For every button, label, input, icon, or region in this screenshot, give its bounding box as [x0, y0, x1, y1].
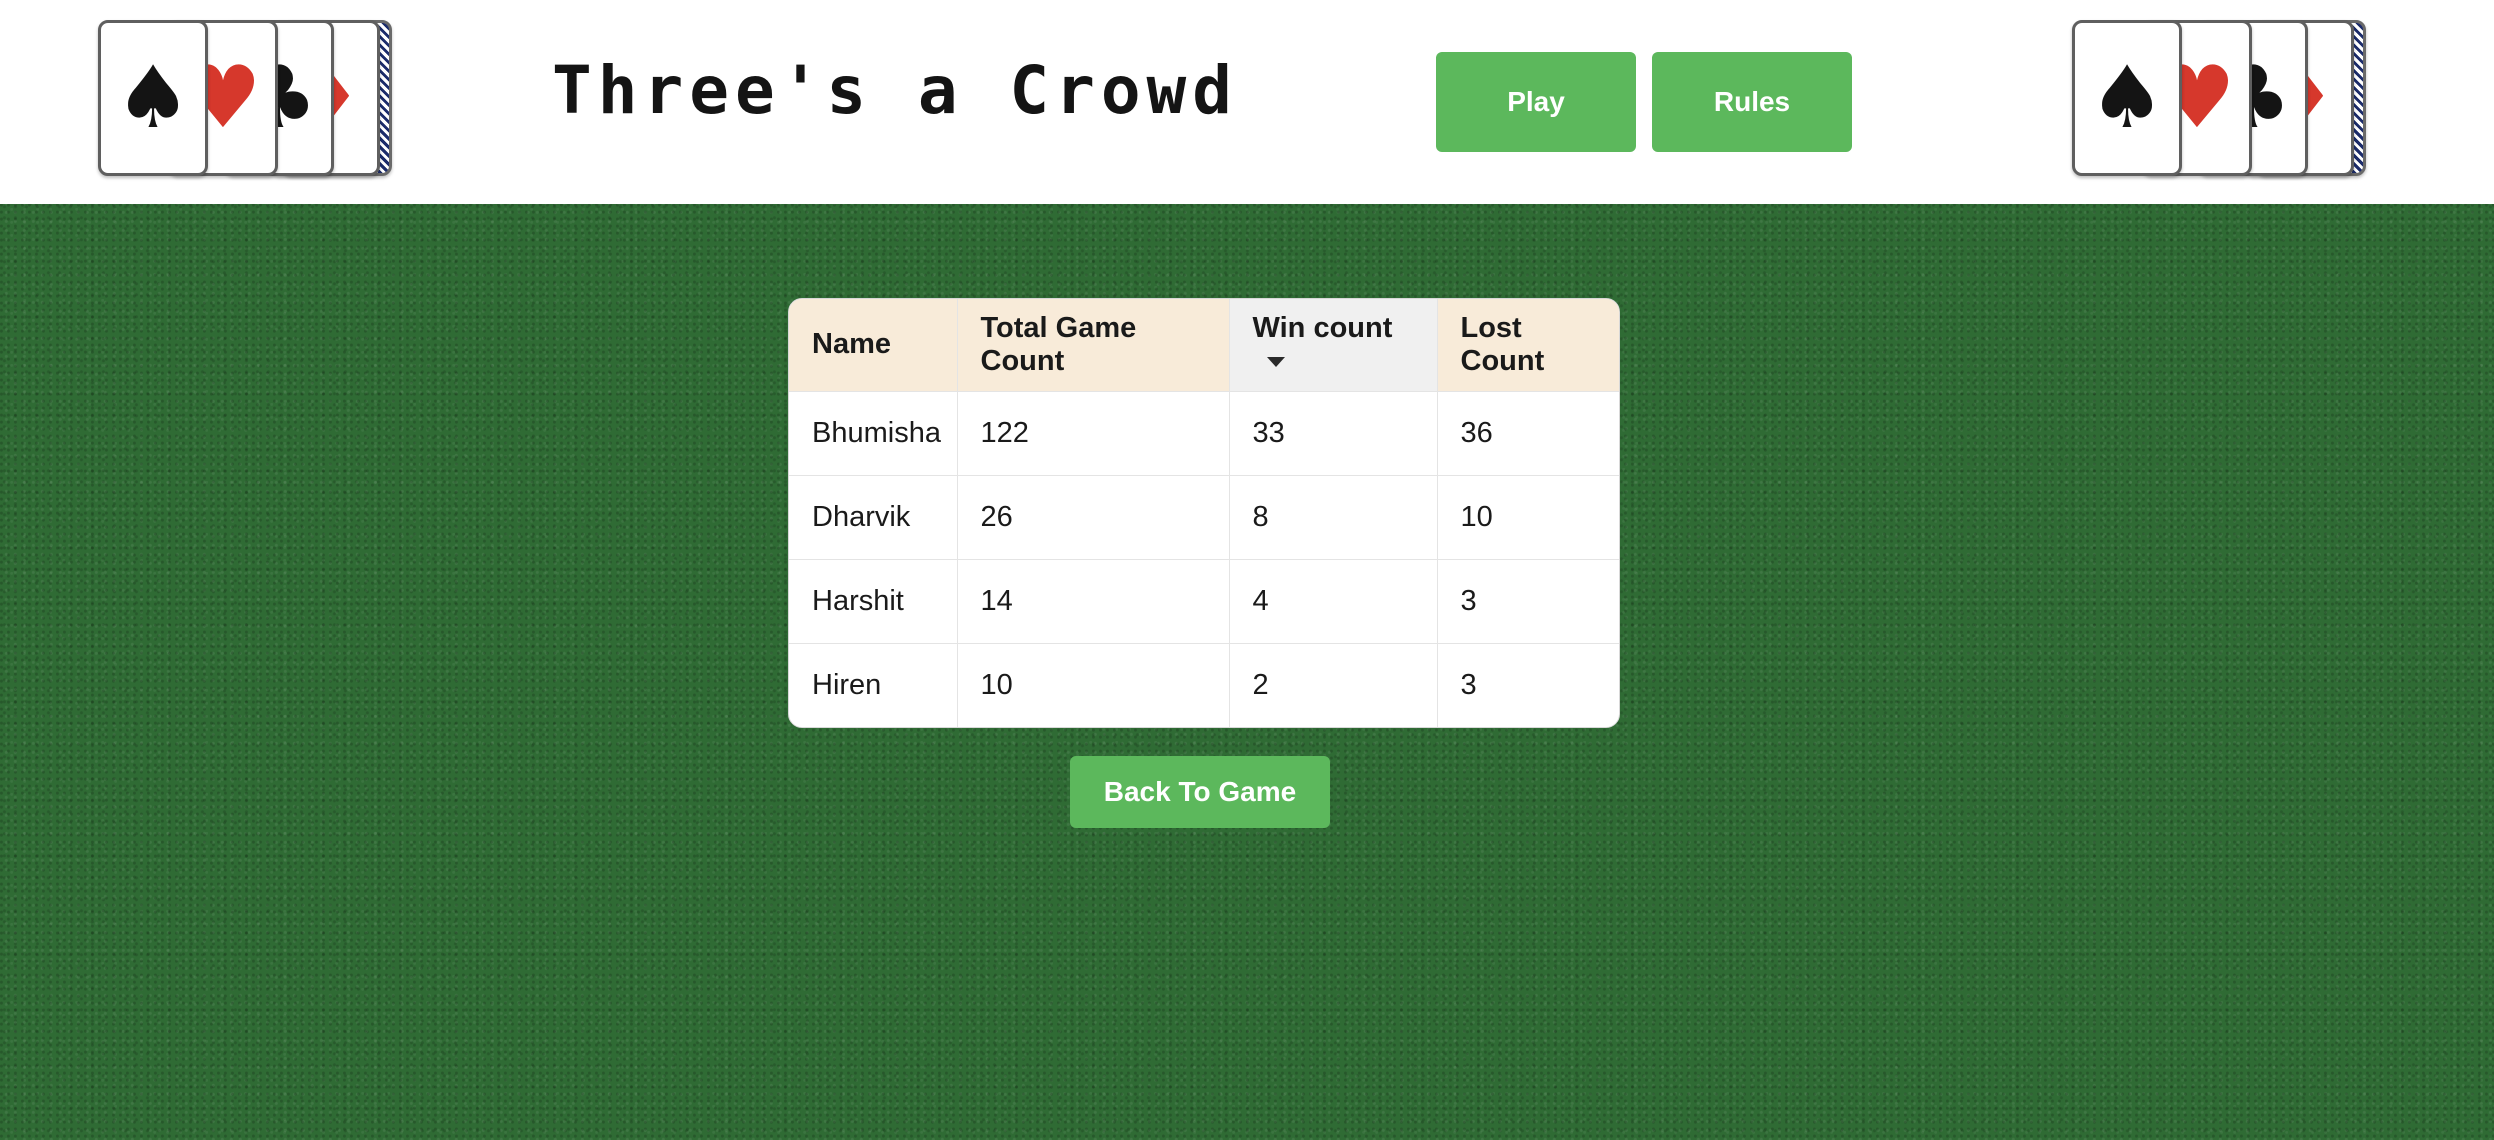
cell-win-count: 4	[1229, 559, 1438, 644]
page-title: Three's a Crowd	[552, 52, 1239, 129]
cell-win-count: 8	[1229, 475, 1438, 560]
card-spade: ♠	[98, 20, 208, 176]
cell-total-game-count: 26	[957, 475, 1230, 560]
cell-name: Harshit	[789, 559, 958, 644]
table-row: Harshit 14 4 3	[789, 559, 1619, 644]
leaderboard-table: Name Total Game Count Win count Lost Cou…	[788, 298, 1620, 728]
spade-icon: ♠	[2088, 48, 2166, 148]
cell-lost-count: 3	[1460, 668, 1477, 701]
spade-icon: ♠	[114, 48, 192, 148]
play-button[interactable]: Play	[1436, 52, 1636, 152]
table-row: Hiren 10 2 3	[789, 643, 1619, 727]
cell-win-count: 2	[1229, 643, 1438, 727]
cell-total-game-count: 122	[957, 391, 1230, 476]
cell-total-game-count: 10	[957, 643, 1230, 727]
column-header-label: Win count	[1252, 311, 1393, 344]
card-stack-right: ♦ ♣ ♥ ♠	[2072, 20, 2372, 182]
cell-lost-count: 36	[1437, 391, 1619, 476]
cell-name: Dharvik	[789, 475, 958, 560]
cell-name: Hiren	[789, 643, 958, 727]
table-header-row: Name Total Game Count Win count Lost Cou…	[789, 299, 1619, 392]
rules-button[interactable]: Rules	[1652, 52, 1852, 152]
card-stack-left: ♦ ♣ ♥ ♠	[98, 20, 398, 182]
column-header-win-count[interactable]: Win count	[1229, 299, 1438, 392]
cell-total-game-count: 14	[957, 559, 1230, 644]
table-row: Dharvik 26 8 10	[789, 475, 1619, 560]
column-header-label: Name	[812, 328, 891, 361]
column-header-label: Lost Count	[1460, 311, 1545, 377]
cell-win-count: 33	[1229, 391, 1438, 476]
top-header: ♦ ♣ ♥ ♠ Three's a Crowd Play Rules ♦ ♣ ♥…	[0, 0, 2494, 204]
column-header-total-game-count[interactable]: Total Game Count	[957, 299, 1230, 392]
table-row: Bhumisha 122 33 36	[789, 391, 1619, 476]
sort-descending-icon	[1266, 357, 1285, 368]
column-header-name[interactable]: Name	[789, 299, 958, 392]
card-spade: ♠	[2072, 20, 2182, 176]
cell-lost-count: 3	[1437, 559, 1619, 644]
column-header-lost-count[interactable]: Lost Count	[1437, 299, 1619, 392]
column-header-label: Total Game Count	[980, 311, 1137, 377]
back-to-game-button[interactable]: Back To Game	[1070, 756, 1330, 828]
cell-name: Bhumisha	[789, 391, 958, 476]
cell-lost-count: 10	[1437, 475, 1619, 560]
